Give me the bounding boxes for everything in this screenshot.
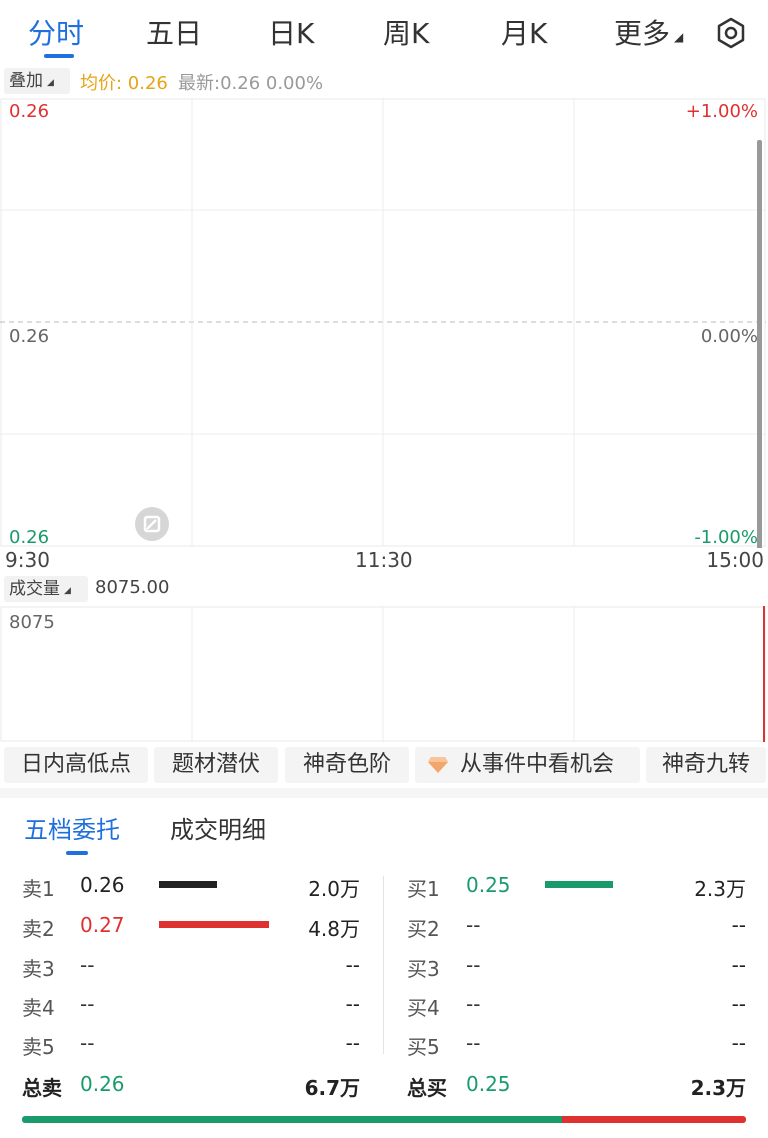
tab-more[interactable]: 更多 ◢ (614, 12, 683, 52)
sell-3-label: 卖3 (22, 957, 55, 981)
buy-5-volume: -- (731, 1031, 746, 1055)
sell-5-label: 卖5 (22, 1035, 55, 1059)
sell-2-label: 卖2 (22, 917, 55, 941)
buy-1-label: 买1 (407, 877, 440, 901)
buy-4-label: 买4 (407, 996, 440, 1020)
buy-2-price: -- (466, 913, 481, 937)
buy-2-volume: -- (731, 913, 746, 937)
sell-3-price: -- (80, 953, 95, 977)
buy-1-price: 0.25 (466, 873, 511, 897)
sell-1-label: 卖1 (22, 877, 55, 901)
buy-1-volume: 2.3万 (694, 877, 746, 901)
sell-4-volume: -- (345, 992, 360, 1016)
pct-axis-mid: 0.00% (700, 326, 758, 347)
sell-3-volume: -- (345, 953, 360, 977)
chip-theme-lurk[interactable]: 题材潜伏 (154, 747, 278, 783)
sell-4-price: -- (80, 992, 95, 1016)
total-buy-price: 0.25 (466, 1072, 511, 1096)
buy-4-volume: -- (731, 992, 746, 1016)
diamond-icon (428, 757, 448, 773)
buy-4-price: -- (466, 992, 481, 1016)
caret-down-icon: ◢ (674, 30, 684, 44)
intraday-chart[interactable] (0, 98, 768, 548)
price-axis-top: 0.26 (9, 101, 50, 122)
sell-ratio-bar (562, 1116, 746, 1123)
sell-2-bar (159, 921, 269, 928)
price-axis-mid: 0.26 (9, 326, 50, 347)
caret-down-icon: ◢ (64, 586, 71, 596)
chip-event-opportunity[interactable]: 从事件中看机会 (415, 747, 640, 783)
orderbook-tab-indicator (66, 851, 88, 855)
overlay-button[interactable]: 叠加 ◢ (4, 68, 70, 94)
volume-chart[interactable] (0, 606, 768, 742)
chip-magic-nine[interactable]: 神奇九转 (646, 747, 766, 783)
volume-axis-top: 8075 (9, 612, 55, 633)
total-sell-volume: 6.7万 (304, 1076, 360, 1100)
total-buy-label: 总买 (407, 1076, 447, 1100)
price-axis-bottom: 0.26 (9, 527, 50, 548)
total-sell-price: 0.26 (80, 1072, 125, 1096)
sell-2-price: 0.27 (80, 913, 125, 937)
total-buy-volume: 2.3万 (690, 1076, 746, 1100)
overlay-label: 叠加 (9, 71, 43, 91)
chip-intraday-high-low[interactable]: 日内高低点 (4, 747, 148, 783)
sell-5-volume: -- (345, 1031, 360, 1055)
gear-icon[interactable] (714, 16, 748, 50)
sell-4-label: 卖4 (22, 996, 55, 1020)
buy-5-label: 买5 (407, 1035, 440, 1059)
pct-axis-bottom: -1.00% (694, 527, 758, 548)
period-tabbar: 分时 五日 日K 周K 月K 更多 ◢ (0, 0, 768, 62)
buy-3-price: -- (466, 953, 481, 977)
buy-1-bar (545, 881, 613, 888)
tab-order-book[interactable]: 五档委托 (24, 810, 120, 845)
section-divider (0, 788, 768, 798)
sell-5-price: -- (80, 1031, 95, 1055)
buy-3-volume: -- (731, 953, 746, 977)
time-start: 9:30 (5, 548, 50, 572)
chip-magic-color[interactable]: 神奇色阶 (285, 747, 409, 783)
tab-five-day[interactable]: 五日 (146, 12, 202, 52)
tab-daily-k[interactable]: 日K (268, 12, 314, 52)
buy-ratio-bar (22, 1116, 562, 1123)
tab-more-label: 更多 (614, 17, 671, 50)
volume-value: 8075.00 (95, 577, 170, 598)
buy-3-label: 买3 (407, 957, 440, 981)
total-sell-label: 总卖 (22, 1076, 62, 1100)
tab-monthly-k[interactable]: 月K (501, 12, 547, 52)
orderbook-divider (383, 876, 384, 1054)
time-mid: 11:30 (355, 548, 413, 572)
sell-1-price: 0.26 (80, 873, 125, 897)
pencil-icon[interactable] (134, 506, 170, 542)
chip-event-opportunity-label: 从事件中看机会 (460, 752, 615, 777)
buy-5-price: -- (466, 1031, 481, 1055)
active-tab-indicator (44, 54, 74, 58)
latest-price: 最新:0.26 0.00% (178, 73, 324, 94)
pct-axis-top: +1.00% (685, 101, 758, 122)
caret-down-icon: ◢ (47, 78, 54, 88)
time-end: 15:00 (706, 548, 764, 572)
volume-label: 成交量 (9, 579, 60, 599)
tab-trade-details[interactable]: 成交明细 (170, 810, 266, 845)
average-price: 均价: 0.26 (80, 73, 168, 94)
sell-1-bar (159, 881, 217, 888)
volume-indicator-button[interactable]: 成交量 ◢ (4, 576, 88, 602)
sell-1-volume: 2.0万 (308, 877, 360, 901)
sell-2-volume: 4.8万 (308, 917, 360, 941)
buy-2-label: 买2 (407, 917, 440, 941)
tab-weekly-k[interactable]: 周K (383, 12, 429, 52)
tab-intraday[interactable]: 分时 (28, 12, 84, 52)
